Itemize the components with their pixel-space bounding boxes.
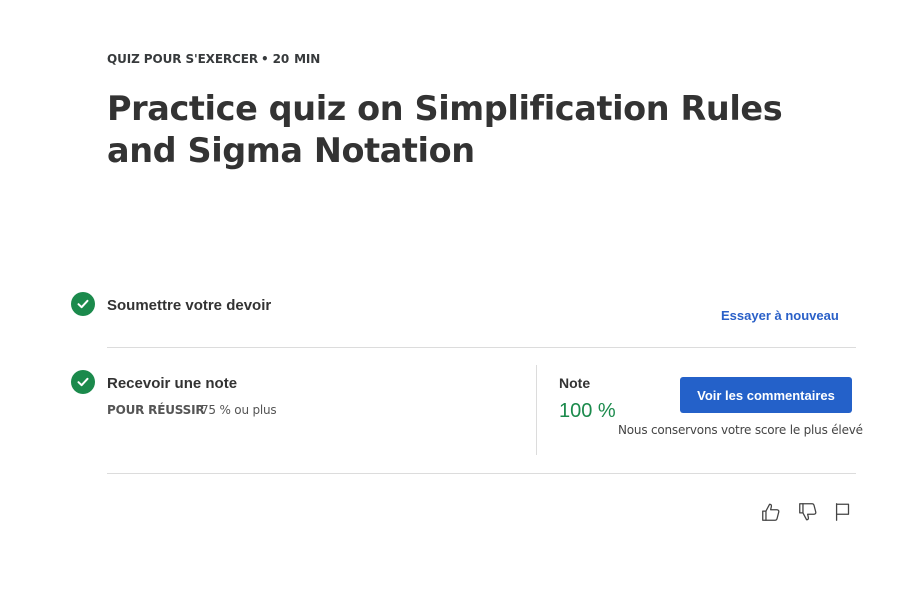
highest-score-note: Nous conservons votre score le plus élev…: [618, 423, 863, 437]
item-duration: 20: [272, 52, 290, 66]
flag-icon[interactable]: [831, 500, 855, 524]
check-circle-icon: [71, 370, 95, 394]
thumbs-up-icon[interactable]: [759, 500, 783, 524]
item-kicker: QUIZ POUR S'EXERCER • 20 MIN: [107, 52, 320, 66]
grade-vertical-divider: [536, 365, 537, 455]
grade-value: 100 %: [559, 400, 616, 422]
retry-button[interactable]: Essayer à nouveau: [721, 308, 839, 323]
page-title: Practice quiz on Simplification Rules an…: [107, 89, 783, 170]
step-submit-label: Soumettre votre devoir: [107, 297, 272, 314]
item-duration-unit: MIN: [294, 52, 321, 66]
thumbs-down-icon[interactable]: [796, 500, 820, 524]
item-type: QUIZ POUR S'EXERCER: [107, 52, 258, 66]
section-divider: [107, 473, 856, 474]
step-grade-label: Recevoir une note: [107, 375, 238, 392]
view-feedback-button[interactable]: Voir les commentaires: [680, 377, 852, 413]
grade-label: Note: [559, 375, 591, 391]
pass-requirement-value: 75 % ou plus: [201, 403, 277, 417]
pass-requirement-label: POUR RÉUSSIR: [107, 403, 205, 417]
kicker-separator: •: [261, 52, 269, 66]
step-divider: [107, 347, 856, 348]
check-circle-icon: [71, 292, 95, 316]
